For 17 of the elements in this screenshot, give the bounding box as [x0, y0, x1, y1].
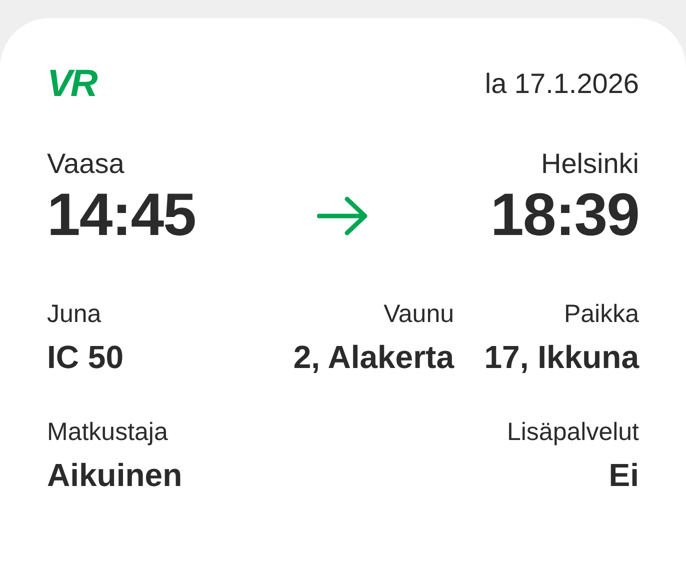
departure-time: 14:45: [47, 182, 196, 248]
detail-value: Aikuinen: [47, 456, 182, 494]
departure-station: Vaasa: [47, 147, 126, 181]
detail-label: Vaunu: [384, 299, 454, 330]
logo: VR: [47, 65, 96, 103]
detail-label: Juna: [47, 299, 102, 330]
arrival-time: 18:39: [490, 182, 639, 248]
detail-value: 2, Alakerta: [293, 338, 454, 376]
detail-value: Ei: [608, 456, 639, 494]
detail-label: Paikka: [564, 299, 639, 330]
detail-value: IC 50: [47, 338, 124, 376]
arrival-station: Helsinki: [540, 147, 639, 181]
detail-label: Lisäpalvelut: [506, 417, 639, 448]
detail-value: 17, Ikkuna: [484, 338, 639, 376]
arrow-right-icon: [317, 196, 369, 236]
travel-date: la 17.1.2026: [484, 68, 639, 100]
detail-label: Matkustaja: [47, 417, 169, 448]
